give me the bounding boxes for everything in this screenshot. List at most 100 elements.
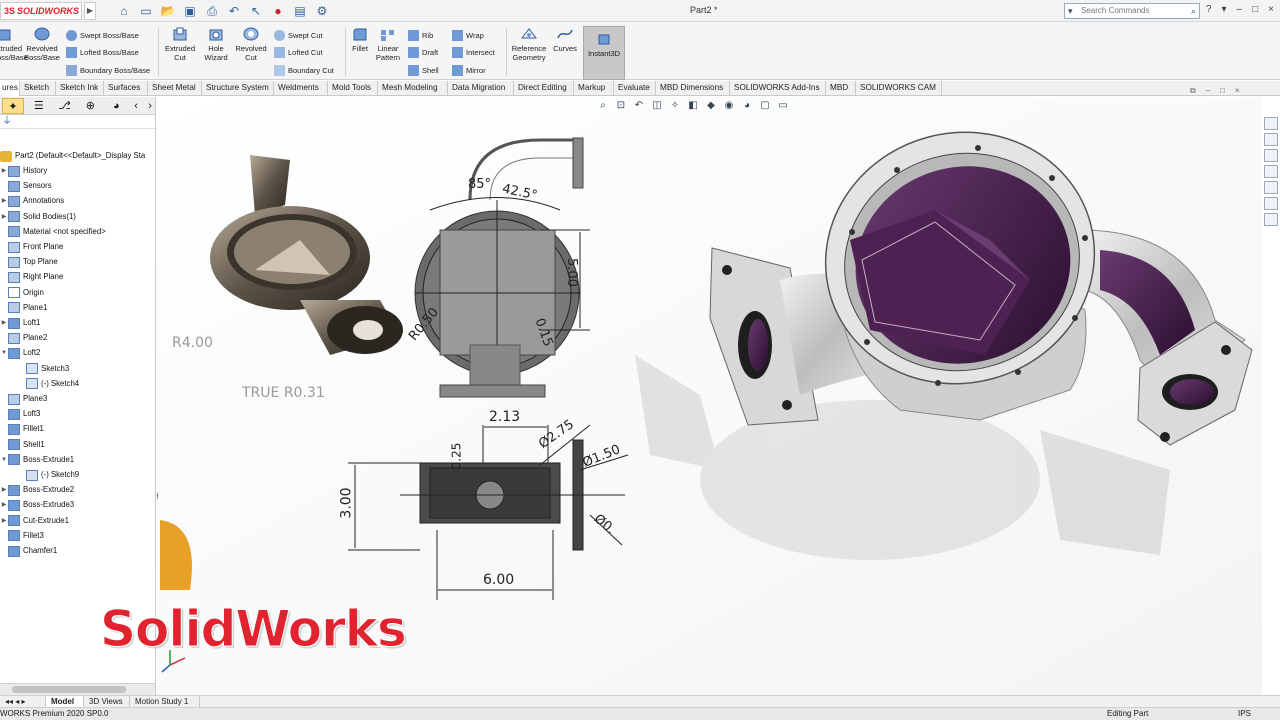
tab-sketch[interactable]: Sketch — [20, 81, 56, 96]
maximize-icon[interactable]: □ — [1252, 4, 1258, 15]
draft-button[interactable]: Draft — [408, 47, 438, 58]
expand-arrow-icon[interactable]: ▶ — [0, 194, 8, 208]
tree-item-front-plane[interactable]: Front Plane — [0, 240, 63, 254]
tree-item-loft1[interactable]: ▶ Loft1 — [0, 316, 40, 330]
print-icon[interactable]: ⎙ — [204, 3, 220, 19]
zoom-to-area-icon[interactable]: ⊡ — [614, 99, 628, 113]
view-settings-icon[interactable]: ▭ — [776, 99, 790, 113]
tab-solidworks-addins[interactable]: SOLIDWORKS Add-Ins — [730, 81, 826, 96]
tab-mesh-modeling[interactable]: Mesh Modeling — [378, 81, 448, 96]
instant3d-button[interactable]: Instant3D — [583, 26, 625, 80]
tab-data-migration[interactable]: Data Migration — [448, 81, 514, 96]
tree-item-sketch4[interactable]: (-) Sketch4 — [18, 377, 79, 391]
tree-item-boss-extrude1[interactable]: ▼ Boss-Extrude1 — [0, 453, 74, 467]
tree-item-sensors[interactable]: Sensors — [0, 179, 52, 193]
expand-arrow-icon[interactable]: ▶ — [0, 498, 8, 512]
undo-icon[interactable]: ↶ — [226, 3, 242, 19]
mirror-button[interactable]: Mirror — [452, 65, 486, 76]
wrap-button[interactable]: Wrap — [452, 30, 484, 41]
tree-item-sketch9[interactable]: (-) Sketch9 — [18, 468, 79, 482]
filter-icon[interactable]: ⏚ — [0, 115, 155, 129]
collapse-arrow-icon[interactable]: ▼ — [0, 453, 8, 467]
revolved-boss-button[interactable]: Revolved Boss/Base — [22, 26, 62, 62]
tree-item-history[interactable]: ▶ History — [0, 164, 47, 178]
swept-cut-button[interactable]: Swept Cut — [274, 30, 323, 41]
tree-item-loft3[interactable]: Loft3 — [0, 407, 40, 421]
extruded-boss-button[interactable]: Extruded Boss/Base — [0, 26, 28, 62]
apply-scene-icon[interactable]: ▢ — [758, 99, 772, 113]
section-view-icon[interactable]: ◫ — [650, 99, 664, 113]
tree-item-boss-extrude3[interactable]: ▶ Boss-Extrude3 — [0, 498, 74, 512]
home-icon[interactable]: ⌂ — [116, 3, 132, 19]
expand-arrow-icon[interactable]: ▶ — [0, 316, 8, 330]
solidworks-menu-logo[interactable]: 3S SOLIDWORKS — [0, 2, 82, 20]
new-document-icon[interactable]: ▭ — [138, 3, 154, 19]
shell-button[interactable]: Shell — [408, 65, 439, 76]
tab-weldments[interactable]: Weldments — [274, 81, 328, 96]
menu-expand-arrow-icon[interactable]: ▶ — [84, 2, 96, 20]
tree-item-chamfer1[interactable]: Chamfer1 — [0, 544, 57, 558]
boundary-boss-button[interactable]: Boundary Boss/Base — [66, 65, 150, 76]
viewport-restore-icon[interactable]: ⧉ — [1190, 86, 1196, 96]
dimxpert-icon[interactable]: ⊕ — [80, 98, 102, 114]
property-manager-icon[interactable]: ☰ — [28, 98, 50, 114]
tab-direct-editing[interactable]: Direct Editing — [514, 81, 574, 96]
expand-arrow-icon[interactable]: ▶ — [0, 164, 8, 178]
custom-properties-icon[interactable] — [1264, 197, 1278, 210]
minimize-icon[interactable]: – — [1237, 4, 1243, 15]
tree-item-plane3[interactable]: Plane3 — [0, 392, 47, 406]
search-commands-input[interactable]: ▾ Search Commands ⌕ — [1064, 3, 1200, 19]
help-icon[interactable]: ? — [1206, 4, 1212, 15]
dynamic-annotation-icon[interactable]: ✧ — [668, 99, 682, 113]
tab-sheet-metal[interactable]: Sheet Metal — [148, 81, 202, 96]
view-orientation-icon[interactable]: ◧ — [686, 99, 700, 113]
tree-item-boss-extrude2[interactable]: ▶ Boss-Extrude2 — [0, 483, 74, 497]
collapse-arrow-icon[interactable]: ▼ — [0, 346, 8, 360]
tree-item-annotations[interactable]: ▶ Annotations — [0, 194, 64, 208]
previous-view-icon[interactable]: ↶ — [632, 99, 646, 113]
solidworks-resources-icon[interactable] — [1264, 117, 1278, 130]
expand-arrow-icon[interactable]: ▶ — [0, 514, 8, 528]
configuration-manager-icon[interactable]: ⎇ — [54, 98, 76, 114]
tree-item-cut-extrude1[interactable]: ▶ Cut-Extrude1 — [0, 514, 69, 528]
status-units[interactable]: IPS — [1238, 708, 1251, 720]
linear-pattern-button[interactable]: Linear Pattern — [373, 26, 403, 62]
tree-item-plane2[interactable]: Plane2 — [0, 331, 47, 345]
tree-item-plane1[interactable]: Plane1 — [0, 301, 47, 315]
tree-item-right-plane[interactable]: Right Plane — [0, 270, 63, 284]
tab-features[interactable]: ures — [0, 81, 20, 96]
boundary-cut-button[interactable]: Boundary Cut — [274, 65, 334, 76]
open-file-icon[interactable]: 📂 — [160, 3, 176, 19]
rebuild-icon[interactable]: ● — [270, 3, 286, 19]
tab-mbd[interactable]: MBD — [826, 81, 856, 96]
expand-arrow-icon[interactable]: ▶ — [0, 483, 8, 497]
rib-button[interactable]: Rib — [408, 30, 433, 41]
tree-item-sketch3[interactable]: Sketch3 — [18, 362, 69, 376]
tree-item-fillet1[interactable]: Fillet1 — [0, 422, 44, 436]
scroll-left-icon[interactable]: ‹ — [131, 98, 141, 114]
curves-button[interactable]: Curves — [551, 26, 579, 53]
tree-item-origin[interactable]: Origin — [0, 286, 44, 300]
display-manager-icon[interactable]: ◕ — [105, 98, 127, 114]
tab-mbd-dimensions[interactable]: MBD Dimensions — [656, 81, 730, 96]
lofted-boss-button[interactable]: Lofted Boss/Base — [66, 47, 139, 58]
options-gear-icon[interactable]: ⚙ — [314, 3, 330, 19]
tree-item-top-plane[interactable]: Top Plane — [0, 255, 58, 269]
tree-root-part[interactable]: Part2 (Default<<Default>_Display Sta — [0, 149, 145, 163]
tab-structure-system[interactable]: Structure System — [202, 81, 274, 96]
file-explorer-icon[interactable] — [1264, 149, 1278, 162]
scroll-right-icon[interactable]: › — [145, 98, 155, 114]
tree-item-shell1[interactable]: Shell1 — [0, 438, 45, 452]
viewport-minimize-icon[interactable]: – — [1206, 86, 1210, 96]
tab-mold-tools[interactable]: Mold Tools — [328, 81, 378, 96]
swept-boss-button[interactable]: Swept Boss/Base — [66, 30, 139, 41]
tab-surfaces[interactable]: Surfaces — [104, 81, 148, 96]
zoom-to-fit-icon[interactable]: ⌕ — [596, 99, 610, 113]
fillet-button[interactable]: Fillet — [348, 26, 372, 53]
close-icon[interactable]: × — [1268, 4, 1274, 15]
feature-tree-scrollbar[interactable] — [0, 683, 155, 695]
tree-item-solid-bodies-1[interactable]: ▶ Solid Bodies(1) — [0, 210, 76, 224]
save-icon[interactable]: ▣ — [182, 3, 198, 19]
extruded-cut-button[interactable]: Extruded Cut — [162, 26, 198, 62]
select-arrow-icon[interactable]: ↖ — [248, 3, 264, 19]
